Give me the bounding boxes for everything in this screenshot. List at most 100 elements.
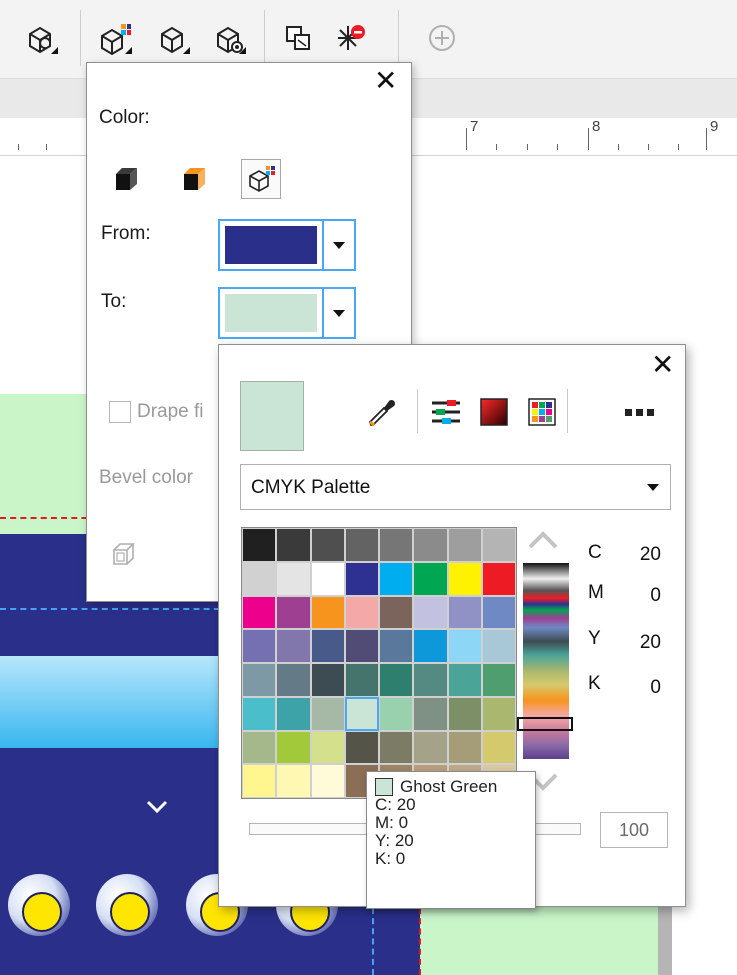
copy-extrude-button[interactable] bbox=[276, 14, 320, 62]
palette-select[interactable]: CMYK Palette bbox=[240, 464, 671, 510]
use-solid-color-button[interactable] bbox=[175, 159, 215, 199]
palette-swatch[interactable] bbox=[345, 562, 378, 595]
palette-swatch[interactable] bbox=[243, 529, 276, 561]
palette-swatch[interactable] bbox=[414, 562, 447, 595]
toolbar-separator bbox=[417, 389, 418, 433]
extrude-color-button[interactable] bbox=[92, 14, 136, 62]
drape-fills-label: Drape fi bbox=[137, 401, 204, 422]
clear-extrude-button[interactable] bbox=[330, 14, 374, 62]
dropdown-arrow-icon bbox=[647, 484, 659, 491]
palette-swatch[interactable] bbox=[243, 596, 276, 629]
extrude-bevel-button[interactable] bbox=[150, 14, 194, 62]
ruler-minor-tick bbox=[648, 144, 649, 150]
extrude-lighting-button[interactable] bbox=[206, 14, 250, 62]
palette-swatch[interactable] bbox=[414, 731, 447, 764]
close-icon[interactable]: ✕ bbox=[651, 351, 674, 379]
palette-swatch[interactable] bbox=[345, 630, 378, 662]
drape-fills-checkbox[interactable] bbox=[109, 401, 131, 423]
palette-swatch[interactable] bbox=[345, 664, 378, 696]
palette-swatch[interactable] bbox=[482, 731, 515, 764]
palette-swatch[interactable] bbox=[380, 596, 413, 629]
color-palette-grid-icon bbox=[528, 398, 556, 426]
palette-swatch[interactable] bbox=[380, 562, 413, 595]
palette-swatch[interactable] bbox=[277, 731, 310, 764]
palette-swatch[interactable] bbox=[448, 731, 481, 764]
palette-swatch[interactable] bbox=[311, 596, 344, 629]
palette-swatch[interactable] bbox=[345, 529, 378, 561]
palette-swatch[interactable] bbox=[277, 630, 310, 662]
palette-swatch[interactable] bbox=[482, 596, 515, 629]
palette-swatch[interactable] bbox=[414, 529, 447, 561]
ruler-mark-7: 7 bbox=[470, 118, 479, 135]
palette-swatch[interactable] bbox=[277, 697, 310, 730]
add-button[interactable] bbox=[420, 14, 464, 62]
palette-swatch[interactable] bbox=[448, 529, 481, 561]
palette-swatch[interactable] bbox=[414, 630, 447, 662]
palette-swatch[interactable] bbox=[311, 697, 344, 730]
from-color-dropdown-button[interactable] bbox=[324, 221, 354, 269]
palette-swatch[interactable] bbox=[448, 664, 481, 696]
palette-swatch[interactable] bbox=[345, 596, 378, 629]
from-color-swatch bbox=[225, 226, 317, 264]
palette-swatch[interactable] bbox=[311, 529, 344, 561]
palette-swatch[interactable] bbox=[243, 630, 276, 662]
more-options-button[interactable] bbox=[621, 393, 659, 431]
palette-swatch[interactable] bbox=[448, 697, 481, 730]
palette-swatch[interactable] bbox=[243, 664, 276, 696]
color-palettes-button[interactable] bbox=[523, 393, 561, 431]
palette-swatch[interactable] bbox=[311, 765, 344, 797]
palette-swatch[interactable] bbox=[380, 529, 413, 561]
palette-swatch[interactable] bbox=[414, 664, 447, 696]
palette-swatch[interactable] bbox=[448, 630, 481, 662]
palette-swatch[interactable] bbox=[243, 697, 276, 730]
color-sliders-button[interactable] bbox=[427, 393, 465, 431]
palette-swatch[interactable] bbox=[448, 562, 481, 595]
extrude-rotation-button[interactable] bbox=[18, 14, 62, 62]
use-color-shading-button[interactable] bbox=[241, 159, 281, 199]
palette-swatch[interactable] bbox=[414, 596, 447, 629]
palette-swatch[interactable] bbox=[277, 596, 310, 629]
palette-swatch[interactable] bbox=[448, 596, 481, 629]
to-color-swatch-frame bbox=[220, 289, 324, 337]
palette-swatch[interactable] bbox=[482, 630, 515, 662]
palette-swatch[interactable] bbox=[482, 529, 515, 561]
yellow-ball-shape[interactable] bbox=[96, 874, 158, 936]
eyedropper-button[interactable] bbox=[363, 393, 401, 431]
to-color-dropdown-button[interactable] bbox=[324, 289, 354, 337]
to-color-picker[interactable] bbox=[218, 287, 356, 339]
more-dots-icon bbox=[625, 409, 654, 416]
palette-strip-viewport-marker[interactable] bbox=[517, 717, 573, 731]
palette-swatch[interactable] bbox=[277, 529, 310, 561]
palette-swatch[interactable] bbox=[277, 562, 310, 595]
palette-swatch[interactable] bbox=[345, 731, 378, 764]
scroll-up-icon[interactable] bbox=[526, 529, 560, 551]
color-viewers-button[interactable] bbox=[475, 393, 513, 431]
tooltip-black: K: 0 bbox=[375, 849, 406, 868]
palette-swatch[interactable] bbox=[311, 562, 344, 595]
palette-swatch[interactable] bbox=[380, 697, 413, 730]
palette-swatch[interactable] bbox=[311, 664, 344, 696]
palette-swatch[interactable] bbox=[243, 562, 276, 595]
palette-swatch[interactable] bbox=[414, 697, 447, 730]
palette-swatch[interactable] bbox=[482, 697, 515, 730]
current-color-swatch bbox=[240, 381, 304, 451]
palette-swatch[interactable] bbox=[344, 696, 380, 731]
palette-swatch[interactable] bbox=[380, 731, 413, 764]
palette-swatch[interactable] bbox=[482, 562, 515, 595]
palette-swatch[interactable] bbox=[277, 765, 310, 797]
palette-swatch[interactable] bbox=[311, 630, 344, 662]
dropdown-arrow-icon bbox=[333, 241, 345, 249]
close-icon[interactable]: ✕ bbox=[374, 67, 397, 95]
palette-swatch[interactable] bbox=[277, 664, 310, 696]
palette-swatch[interactable] bbox=[380, 664, 413, 696]
palette-swatch[interactable] bbox=[380, 630, 413, 662]
palette-swatch[interactable] bbox=[482, 664, 515, 696]
from-color-picker[interactable] bbox=[218, 219, 356, 271]
palette-swatch[interactable] bbox=[311, 731, 344, 764]
opacity-value-field[interactable]: 100 bbox=[600, 812, 668, 848]
palette-swatch[interactable] bbox=[243, 731, 276, 764]
use-object-fill-button[interactable] bbox=[107, 159, 147, 199]
palette-swatch[interactable] bbox=[243, 765, 276, 797]
yellow-ball-shape[interactable] bbox=[8, 874, 70, 936]
chevron-down-icon[interactable] bbox=[146, 800, 168, 814]
